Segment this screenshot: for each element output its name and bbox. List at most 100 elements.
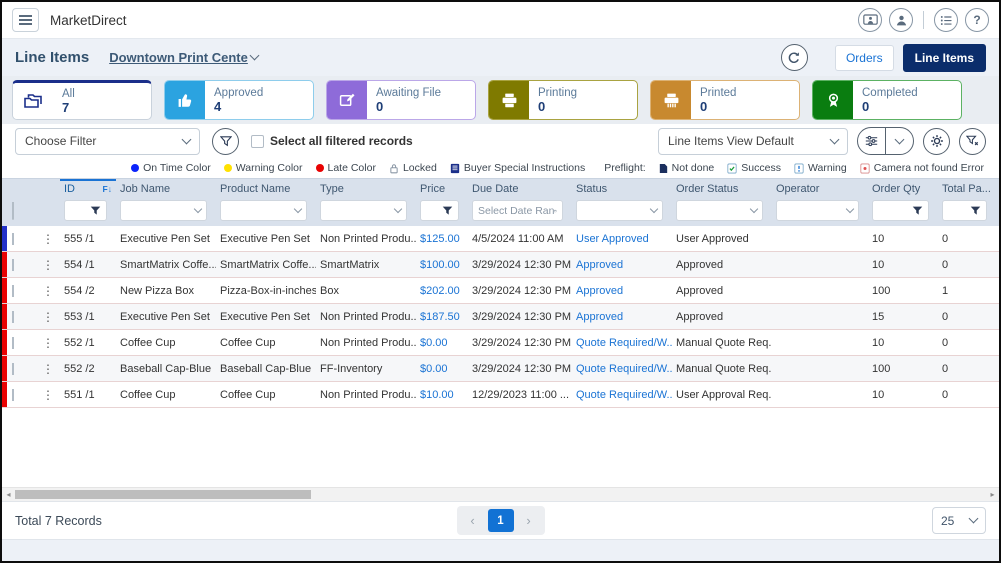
card-printed[interactable]: Printed 0	[650, 80, 800, 120]
id-filter-input[interactable]	[64, 200, 107, 221]
due-date-filter-input[interactable]: Select Date Ran	[472, 200, 563, 221]
row-checkbox[interactable]	[12, 233, 14, 245]
total-filter-input[interactable]	[942, 200, 987, 221]
yellow-dot-icon	[224, 164, 232, 172]
cell-status-link[interactable]: User Approved	[572, 233, 672, 245]
card-approved[interactable]: Approved 4	[164, 80, 314, 120]
row-menu-icon[interactable]: ⋮	[36, 362, 60, 376]
scroll-left-arrow-icon[interactable]: ◂	[2, 488, 15, 501]
user-icon[interactable]	[889, 8, 913, 32]
table-row[interactable]: ⋮ 552 /1 Coffee Cup Coffee Cup Non Print…	[2, 330, 999, 356]
column-header-status[interactable]: Status	[572, 183, 672, 195]
cell-price-link[interactable]: $187.50	[416, 311, 468, 323]
cell-status-link[interactable]: Quote Required/W...	[572, 337, 672, 349]
prev-page-button[interactable]: ‹	[460, 509, 486, 532]
legend-preflight-warning: Warning	[794, 162, 847, 174]
page-size-select[interactable]: 25	[932, 507, 986, 534]
status-filter-select[interactable]	[576, 200, 663, 221]
scroll-right-arrow-icon[interactable]: ▸	[986, 488, 999, 501]
line-items-button[interactable]: Line Items	[903, 44, 986, 72]
column-header-id[interactable]: ID F↓	[60, 179, 116, 199]
row-checkbox[interactable]	[12, 389, 14, 401]
column-header-job-name[interactable]: Job Name	[116, 183, 216, 195]
row-checkbox[interactable]	[12, 311, 14, 323]
current-page-button[interactable]: 1	[488, 509, 514, 532]
card-printing[interactable]: Printing 0	[488, 80, 638, 120]
next-page-button[interactable]: ›	[516, 509, 542, 532]
price-filter-input[interactable]	[420, 200, 459, 221]
row-menu-icon[interactable]: ⋮	[36, 336, 60, 350]
select-all-checkbox[interactable]	[251, 135, 264, 148]
row-menu-icon[interactable]: ⋮	[36, 310, 60, 324]
list-menu-icon[interactable]	[934, 8, 958, 32]
cell-status-link[interactable]: Approved	[572, 259, 672, 271]
column-header-operator[interactable]: Operator	[772, 183, 868, 195]
cell-status-link[interactable]: Quote Required/W...	[572, 363, 672, 375]
settings-gear-button[interactable]	[923, 128, 950, 155]
cell-price-link[interactable]: $125.00	[416, 233, 468, 245]
apply-filter-button[interactable]	[212, 128, 239, 155]
table-row[interactable]: ⋮ 554 /2 New Pizza Box Pizza-Box-in-inch…	[2, 278, 999, 304]
cell-price-link[interactable]: $0.00	[416, 363, 468, 375]
doc-error-icon	[860, 163, 870, 174]
cell-price-link[interactable]: $202.00	[416, 285, 468, 297]
row-menu-icon[interactable]: ⋮	[36, 232, 60, 246]
choose-filter-select[interactable]: Choose Filter	[15, 128, 200, 155]
order-status-filter-select[interactable]	[676, 200, 763, 221]
sort-icon[interactable]: F↓	[103, 184, 112, 194]
column-header-total[interactable]: Total Pa...	[938, 183, 996, 195]
product-name-filter-select[interactable]	[220, 200, 307, 221]
row-checkbox[interactable]	[12, 285, 14, 297]
cell-price-link[interactable]: $0.00	[416, 337, 468, 349]
hamburger-menu-button[interactable]	[12, 8, 39, 32]
card-count: 0	[376, 99, 441, 114]
card-all[interactable]: All 7	[12, 80, 152, 120]
view-select-value: Line Items View Default	[668, 134, 794, 148]
table-row[interactable]: ⋮ 553 /1 Executive Pen Set Executive Pen…	[2, 304, 999, 330]
table-row[interactable]: ⋮ 551 /1 Coffee Cup Coffee Cup Non Print…	[2, 382, 999, 408]
column-header-order-qty[interactable]: Order Qty	[868, 183, 938, 195]
horizontal-scrollbar[interactable]: ◂ ▸	[2, 487, 999, 501]
card-completed[interactable]: Completed 0	[812, 80, 962, 120]
location-selector[interactable]: Downtown Print Cente	[109, 50, 258, 65]
clear-filter-button[interactable]	[959, 128, 986, 155]
column-header-due-date[interactable]: Due Date	[468, 183, 572, 195]
select-all-rows-checkbox[interactable]	[12, 202, 14, 220]
table-row[interactable]: ⋮ 552 /2 Baseball Cap-Blue Baseball Cap-…	[2, 356, 999, 382]
table-row[interactable]: ⋮ 555 /1 Executive Pen Set Executive Pen…	[2, 226, 999, 252]
type-filter-select[interactable]	[320, 200, 407, 221]
order-qty-filter-input[interactable]	[872, 200, 929, 221]
column-header-product-name[interactable]: Product Name	[216, 183, 316, 195]
column-header-order-status[interactable]: Order Status	[672, 183, 772, 195]
row-menu-icon[interactable]: ⋮	[36, 284, 60, 298]
cell-status-link[interactable]: Quote Required/W...	[572, 389, 672, 401]
select-all-filtered[interactable]: Select all filtered records	[251, 134, 413, 148]
orders-button[interactable]: Orders	[835, 45, 894, 71]
cell-price-link[interactable]: $10.00	[416, 389, 468, 401]
card-awaiting-file[interactable]: Awaiting File 0	[326, 80, 476, 120]
column-sliders-button[interactable]	[858, 128, 885, 154]
row-menu-icon[interactable]: ⋮	[36, 388, 60, 402]
cell-status-link[interactable]: Approved	[572, 285, 672, 297]
view-select[interactable]: Line Items View Default	[658, 128, 848, 155]
row-checkbox[interactable]	[12, 363, 14, 375]
table-row[interactable]: ⋮ 554 /1 SmartMatrix Coffe... SmartMatri…	[2, 252, 999, 278]
column-options-chevron-button[interactable]	[886, 128, 913, 154]
cell-type: Non Printed Produ...	[316, 337, 416, 349]
row-status-bar	[2, 356, 7, 381]
calendar-icon[interactable]	[554, 205, 557, 217]
screen-share-icon[interactable]	[858, 8, 882, 32]
help-icon[interactable]: ?	[965, 8, 989, 32]
row-checkbox[interactable]	[12, 337, 14, 349]
row-checkbox[interactable]	[12, 259, 14, 271]
scrollbar-thumb[interactable]	[15, 490, 311, 499]
operator-filter-select[interactable]	[776, 200, 859, 221]
cell-id: 554 /2	[60, 285, 116, 297]
cell-status-link[interactable]: Approved	[572, 311, 672, 323]
job-name-filter-select[interactable]	[120, 200, 207, 221]
cell-price-link[interactable]: $100.00	[416, 259, 468, 271]
refresh-button[interactable]	[781, 44, 808, 71]
column-header-price[interactable]: Price	[416, 183, 468, 195]
column-header-type[interactable]: Type	[316, 183, 416, 195]
row-menu-icon[interactable]: ⋮	[36, 258, 60, 272]
